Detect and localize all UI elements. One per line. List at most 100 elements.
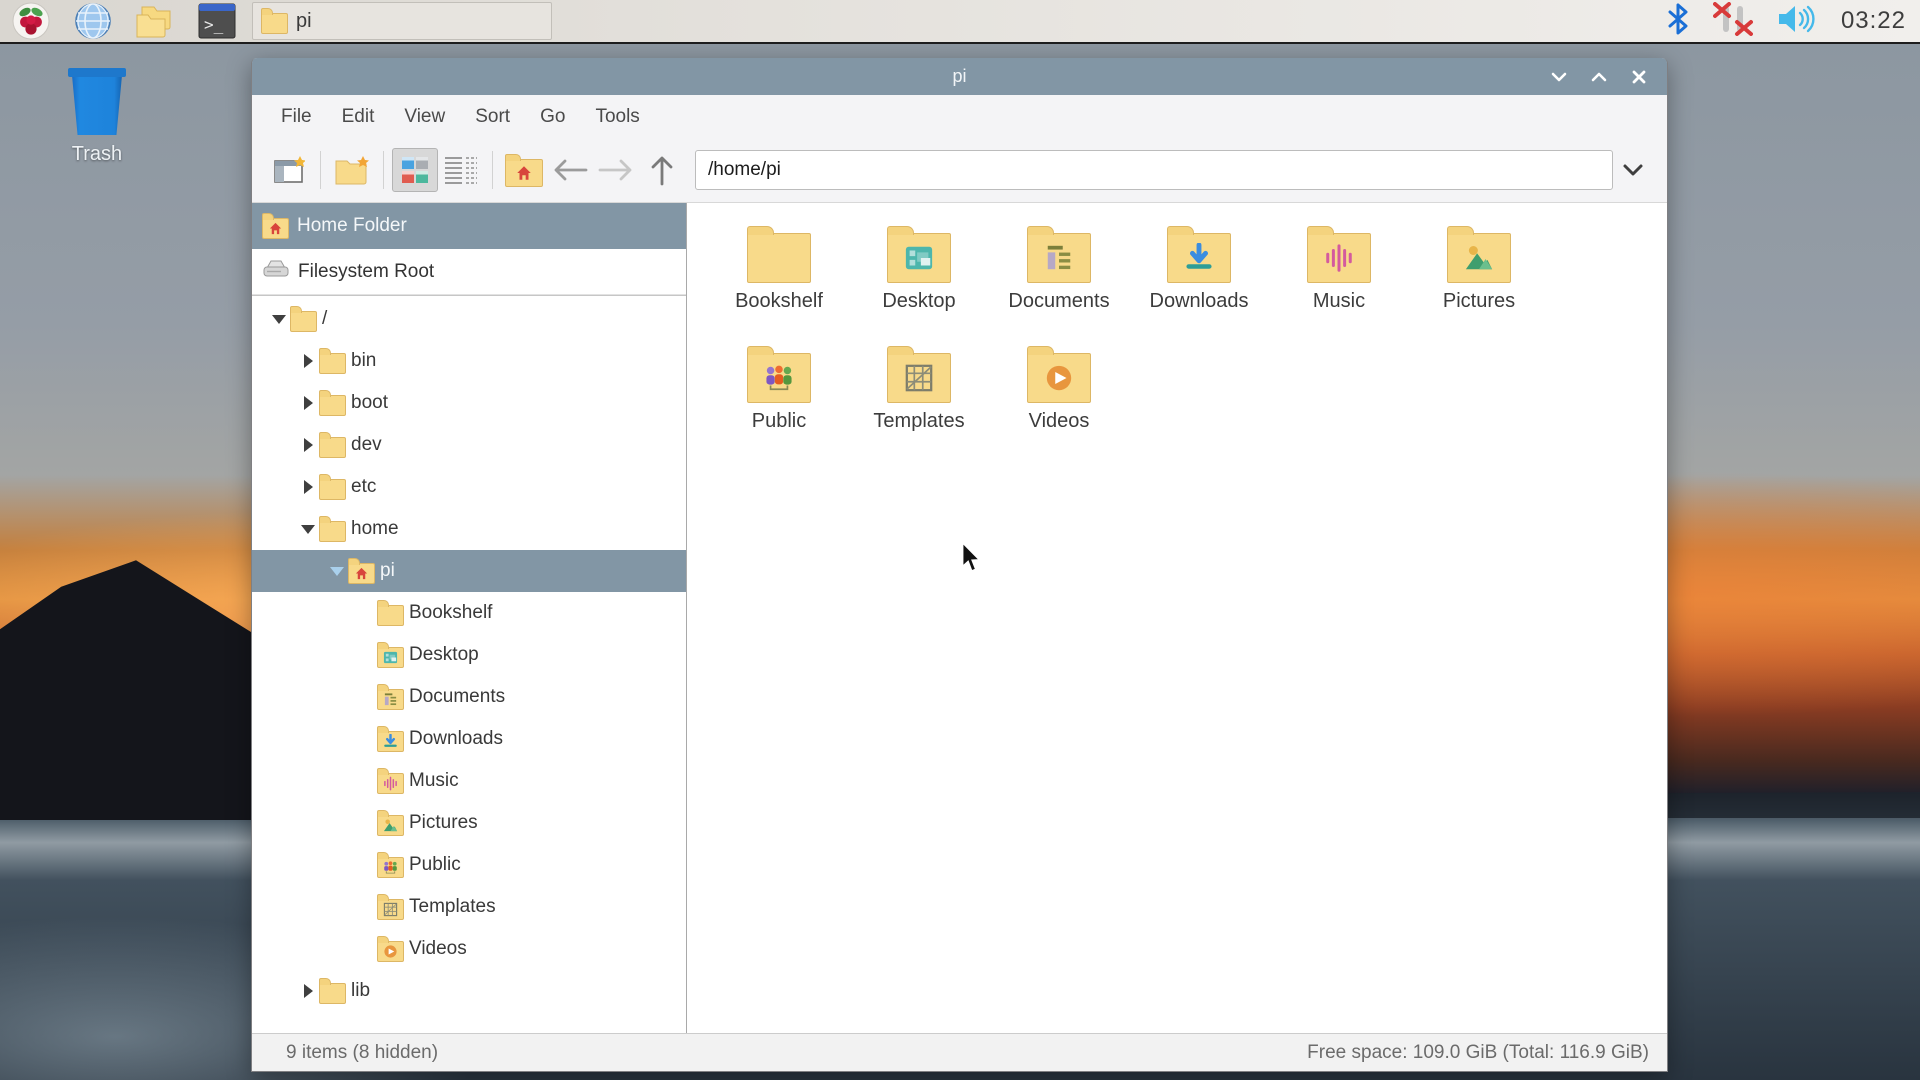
tree-item-label: home bbox=[351, 518, 399, 540]
tree-item-documents[interactable]: Documents bbox=[252, 676, 686, 718]
tree-item-boot[interactable]: boot bbox=[252, 382, 686, 424]
pictures-folder-icon bbox=[1447, 233, 1511, 283]
file-item-pictures[interactable]: Pictures bbox=[1409, 223, 1549, 343]
tree-item-dev[interactable]: dev bbox=[252, 424, 686, 466]
tree-item-label: Videos bbox=[409, 938, 467, 960]
file-item-label: Templates bbox=[873, 410, 964, 433]
file-item-label: Documents bbox=[1008, 290, 1109, 313]
pictures-folder-icon bbox=[377, 815, 404, 836]
icon-view-button[interactable] bbox=[392, 148, 438, 192]
folder-icon bbox=[319, 395, 346, 416]
public-folder-icon bbox=[747, 353, 811, 403]
tree-item-public[interactable]: Public bbox=[252, 844, 686, 886]
file-item-label: Music bbox=[1313, 290, 1365, 313]
place-filesystem-root[interactable]: Filesystem Root bbox=[252, 249, 686, 295]
bluetooth-icon[interactable] bbox=[1667, 3, 1689, 40]
new-window-button[interactable] bbox=[266, 148, 312, 192]
folder-icon bbox=[319, 437, 346, 458]
file-manager-icon[interactable] bbox=[134, 2, 176, 40]
menu-item-edit[interactable]: Edit bbox=[327, 95, 390, 138]
taskbar: >_ pi 03:22 bbox=[0, 0, 1920, 44]
file-item-documents[interactable]: Documents bbox=[989, 223, 1129, 343]
place-home-folder[interactable]: Home Folder bbox=[252, 203, 686, 249]
trash-can-icon bbox=[52, 68, 142, 135]
folder-icon bbox=[290, 311, 317, 332]
tree-item-label: pi bbox=[380, 560, 395, 582]
side-pane: Home FolderFilesystem Root /binbootdevet… bbox=[252, 203, 687, 1033]
tree-item-label: Public bbox=[409, 854, 461, 876]
menu-item-tools[interactable]: Tools bbox=[580, 95, 654, 138]
tree-item-music[interactable]: Music bbox=[252, 760, 686, 802]
downloads-folder-icon bbox=[1167, 233, 1231, 283]
compact-view-button[interactable] bbox=[438, 148, 484, 192]
collapse-arrow-icon[interactable] bbox=[268, 315, 290, 324]
file-item-desktop[interactable]: Desktop bbox=[849, 223, 989, 343]
terminal-icon[interactable]: >_ bbox=[196, 2, 238, 40]
file-item-music[interactable]: Music bbox=[1269, 223, 1409, 343]
forward-button[interactable] bbox=[593, 148, 639, 192]
taskbar-window-button-pi[interactable]: pi bbox=[252, 2, 552, 40]
trash-desktop-icon[interactable]: Trash bbox=[52, 68, 142, 166]
collapse-arrow-icon[interactable] bbox=[326, 567, 348, 576]
tree-item-bookshelf[interactable]: Bookshelf bbox=[252, 592, 686, 634]
file-item-public[interactable]: Public bbox=[709, 343, 849, 463]
volume-icon[interactable] bbox=[1777, 4, 1817, 39]
expand-arrow-icon[interactable] bbox=[297, 354, 319, 368]
hard-disk-icon bbox=[262, 258, 290, 286]
file-item-templates[interactable]: Templates bbox=[849, 343, 989, 463]
expand-arrow-icon[interactable] bbox=[297, 480, 319, 494]
tree-item-pi[interactable]: pi bbox=[252, 550, 686, 592]
toolbar-separator bbox=[320, 151, 321, 189]
documents-folder-icon bbox=[377, 689, 404, 710]
new-folder-button[interactable] bbox=[329, 148, 375, 192]
home-button[interactable] bbox=[501, 148, 547, 192]
file-item-label: Bookshelf bbox=[735, 290, 823, 313]
tree-item-bin[interactable]: bin bbox=[252, 340, 686, 382]
collapse-arrow-icon[interactable] bbox=[297, 525, 319, 534]
menu-item-file[interactable]: File bbox=[266, 95, 327, 138]
file-item-bookshelf[interactable]: Bookshelf bbox=[709, 223, 849, 343]
close-button[interactable] bbox=[1627, 65, 1651, 89]
tree-item-etc[interactable]: etc bbox=[252, 466, 686, 508]
file-item-videos[interactable]: Videos bbox=[989, 343, 1129, 463]
path-dropdown-button[interactable] bbox=[1613, 148, 1653, 192]
titlebar[interactable]: pi bbox=[252, 58, 1667, 95]
tree-item-desktop[interactable]: Desktop bbox=[252, 634, 686, 676]
window-content: Home FolderFilesystem Root /binbootdevet… bbox=[252, 202, 1667, 1033]
expand-arrow-icon[interactable] bbox=[297, 438, 319, 452]
toolbar: /home/pi bbox=[252, 138, 1667, 202]
file-item-downloads[interactable]: Downloads bbox=[1129, 223, 1269, 343]
expand-arrow-icon[interactable] bbox=[297, 396, 319, 410]
templates-folder-icon bbox=[377, 899, 404, 920]
web-browser-icon[interactable] bbox=[72, 2, 114, 40]
menu-item-sort[interactable]: Sort bbox=[460, 95, 525, 138]
maximize-button[interactable] bbox=[1587, 65, 1611, 89]
path-input[interactable]: /home/pi bbox=[695, 150, 1613, 190]
tree-item-templates[interactable]: Templates bbox=[252, 886, 686, 928]
iconify-button[interactable] bbox=[1547, 65, 1571, 89]
tree-item-downloads[interactable]: Downloads bbox=[252, 718, 686, 760]
tree-item-label: Pictures bbox=[409, 812, 478, 834]
menu-item-view[interactable]: View bbox=[389, 95, 460, 138]
folder-icon bbox=[319, 983, 346, 1004]
file-item-label: Desktop bbox=[882, 290, 955, 313]
tree-item-pictures[interactable]: Pictures bbox=[252, 802, 686, 844]
tree-item-label: lib bbox=[351, 980, 370, 1002]
menu-item-go[interactable]: Go bbox=[525, 95, 580, 138]
home-folder-icon bbox=[505, 159, 543, 187]
raspberry-menu-icon[interactable] bbox=[10, 2, 52, 40]
up-button[interactable] bbox=[639, 148, 685, 192]
back-button[interactable] bbox=[547, 148, 593, 192]
expand-arrow-icon[interactable] bbox=[297, 984, 319, 998]
file-list-view[interactable]: Bookshelf Desktop Documents Downloads Music P… bbox=[687, 203, 1667, 1033]
videos-folder-icon bbox=[1027, 353, 1091, 403]
toolbar-separator bbox=[383, 151, 384, 189]
folder-icon bbox=[261, 13, 288, 34]
downloads-folder-icon bbox=[377, 731, 404, 752]
tree-item-home[interactable]: home bbox=[252, 508, 686, 550]
tree-item-label: Downloads bbox=[409, 728, 503, 750]
tree-item-lib[interactable]: lib bbox=[252, 970, 686, 1012]
network-disconnected-icon[interactable] bbox=[1713, 2, 1753, 41]
tree-item-videos[interactable]: Videos bbox=[252, 928, 686, 970]
tree-item-root[interactable]: / bbox=[252, 298, 686, 340]
